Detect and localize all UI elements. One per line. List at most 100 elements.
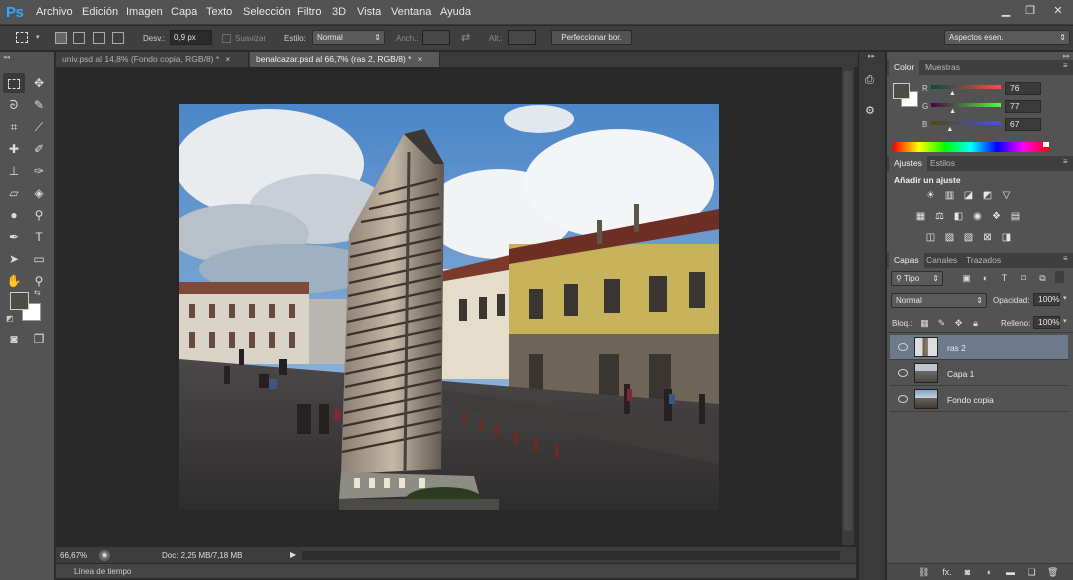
hue-saturation-icon[interactable]: ▦ <box>914 211 927 222</box>
swap-colors-icon[interactable]: ⇆ <box>34 288 41 297</box>
eyedropper-icon[interactable]: ⟋ <box>28 117 50 137</box>
layer-row-ras-2[interactable]: ras 2 <box>890 335 1068 360</box>
workspace-select[interactable]: Aspectos esen. ⇕ <box>944 30 1070 45</box>
chevron-down-icon[interactable]: ▾ <box>36 33 40 41</box>
path-selection-icon[interactable]: ➤ <box>3 249 25 269</box>
menu-3d[interactable]: 3D <box>332 6 346 18</box>
collapse-arrows-icon[interactable]: ◂◂ <box>3 53 10 61</box>
photo-filter-icon[interactable]: ◉ <box>971 211 984 222</box>
filter-adjustment-icon[interactable]: ◐ <box>980 273 991 284</box>
color-lookup-icon[interactable]: ▤ <box>1009 211 1022 222</box>
gradient-map-icon[interactable]: ◨ <box>1000 232 1013 243</box>
slider-r-thumb-icon[interactable]: ▲ <box>949 90 956 97</box>
tab-paths[interactable]: Trazados <box>961 253 1006 268</box>
group-icon[interactable]: ▬ <box>1005 567 1016 578</box>
black-white-icon[interactable]: ◧ <box>952 211 965 222</box>
type-tool-icon[interactable]: T <box>28 227 50 247</box>
slider-b-thumb-icon[interactable]: ▲ <box>946 126 953 133</box>
menu-seleccion[interactable]: Selección <box>243 6 291 18</box>
quick-selection-icon[interactable]: ✎ <box>28 95 50 115</box>
subtract-selection-icon[interactable] <box>93 32 105 44</box>
marquee-tool-icon[interactable] <box>3 73 25 93</box>
dodge-tool-icon[interactable]: ⚲ <box>28 205 50 225</box>
eye-visibility-icon[interactable] <box>898 343 908 351</box>
layer-name[interactable]: ras 2 <box>947 343 966 353</box>
curves-icon[interactable]: ◪ <box>962 190 975 201</box>
mask-icon[interactable]: ◙ <box>962 567 973 578</box>
channel-r-value[interactable]: 76 <box>1005 82 1041 95</box>
lock-position-icon[interactable]: ✥ <box>953 318 964 329</box>
channel-b-value[interactable]: 67 <box>1005 118 1041 131</box>
foreground-color-swatch[interactable] <box>10 292 29 310</box>
default-colors-icon[interactable]: ◩ <box>6 314 14 323</box>
paint-bucket-icon[interactable]: ◈ <box>28 183 50 203</box>
timeline-panel[interactable]: Línea de tiempo <box>56 563 856 578</box>
screen-mode-icon[interactable]: ❐ <box>28 329 50 349</box>
layer-row-capa-1[interactable]: Capa 1 <box>890 361 1068 386</box>
color-spectrum-bar[interactable] <box>893 142 1049 152</box>
new-layer-icon[interactable]: ❏ <box>1026 567 1037 578</box>
close-icon[interactable]: × <box>225 54 230 64</box>
swap-arrows-icon[interactable]: ⇄ <box>461 31 470 44</box>
share-icon[interactable]: ◉ <box>99 550 110 561</box>
menu-texto[interactable]: Texto <box>206 6 232 18</box>
style-select[interactable]: Normal ⇕ <box>312 30 385 45</box>
filter-smart-icon[interactable]: ⧉ <box>1037 273 1048 284</box>
properties-panel-icon[interactable]: ⚙ <box>865 104 881 118</box>
panel-menu-icon[interactable]: ≡ <box>1063 61 1068 70</box>
history-brush-icon[interactable]: ✑ <box>28 161 50 181</box>
menu-archivo[interactable]: Archivo <box>36 6 73 18</box>
minimize-button[interactable]: ▁ <box>995 3 1017 19</box>
filter-pixel-icon[interactable]: ▣ <box>961 273 972 284</box>
lasso-tool-icon[interactable]: ᘐ <box>3 95 25 115</box>
tab-styles[interactable]: Estilos <box>925 156 960 171</box>
channel-g-value[interactable]: 77 <box>1005 100 1041 113</box>
opacity-input[interactable]: 100% <box>1033 293 1060 306</box>
restore-button[interactable]: ❐ <box>1019 3 1041 19</box>
antialias-checkbox[interactable] <box>222 34 231 43</box>
menu-edicion[interactable]: Edición <box>82 6 118 18</box>
height-input[interactable] <box>508 30 536 45</box>
exposure-icon[interactable]: ◩ <box>981 190 994 201</box>
lock-transparent-icon[interactable]: ▦ <box>919 318 930 329</box>
zoom-level[interactable]: 66,67% <box>60 551 87 560</box>
filter-type-icon[interactable]: T <box>999 273 1010 284</box>
marquee-tool-preset-icon[interactable] <box>16 32 28 43</box>
close-window-button[interactable]: ✕ <box>1047 3 1069 19</box>
color-balance-icon[interactable]: ⚖ <box>933 211 946 222</box>
selective-color-icon[interactable]: ⊠ <box>981 232 994 243</box>
panel-menu-icon[interactable]: ≡ <box>1063 254 1068 263</box>
collapse-arrows-icon[interactable]: ▸▸ <box>868 52 875 60</box>
trash-icon[interactable]: 🗑︎ <box>1047 567 1058 578</box>
filter-toggle[interactable] <box>1055 271 1064 283</box>
eye-visibility-icon[interactable] <box>898 369 908 377</box>
layer-row-fondo-copia[interactable]: Fondo copia <box>890 387 1068 412</box>
move-tool-icon[interactable]: ✥ <box>28 73 50 93</box>
pen-tool-icon[interactable]: ✒ <box>3 227 25 247</box>
vibrance-icon[interactable]: ▽ <box>1000 190 1013 201</box>
menu-filtro[interactable]: Filtro <box>297 6 321 18</box>
quick-mask-icon[interactable]: ◙ <box>3 329 25 349</box>
tab-swatches[interactable]: Muestras <box>920 60 965 75</box>
invert-icon[interactable]: ◫ <box>924 232 937 243</box>
status-menu-arrow-icon[interactable]: ▶ <box>290 550 296 559</box>
tab-adjustments[interactable]: Ajustes <box>889 156 927 171</box>
feather-input[interactable]: 0,9 px <box>170 30 212 45</box>
collapse-arrows-icon[interactable]: ▸▸ <box>1063 52 1070 60</box>
tab-univ[interactable]: univ.psd al 14,8% (Fondo copia, RGB/8) *… <box>56 52 249 67</box>
rectangle-tool-icon[interactable]: ▭ <box>28 249 50 269</box>
lock-image-icon[interactable]: ✎ <box>936 318 947 329</box>
vertical-scrollbar[interactable] <box>842 67 854 545</box>
white-swatch[interactable] <box>1043 142 1049 147</box>
menu-ventana[interactable]: Ventana <box>391 6 431 18</box>
tab-layers[interactable]: Capas <box>889 253 924 268</box>
healing-brush-icon[interactable]: ✚ <box>3 139 25 159</box>
chevron-down-icon[interactable]: ▾ <box>1063 317 1067 325</box>
menu-capa[interactable]: Capa <box>171 6 197 18</box>
hand-tool-icon[interactable]: ✋ <box>3 271 25 291</box>
channel-g-slider[interactable] <box>931 103 1001 107</box>
menu-vista[interactable]: Vista <box>357 6 381 18</box>
horizontal-scrollbar[interactable] <box>302 551 840 560</box>
eraser-icon[interactable]: ▱ <box>3 183 25 203</box>
history-panel-icon[interactable]: ⎙ <box>865 74 881 88</box>
